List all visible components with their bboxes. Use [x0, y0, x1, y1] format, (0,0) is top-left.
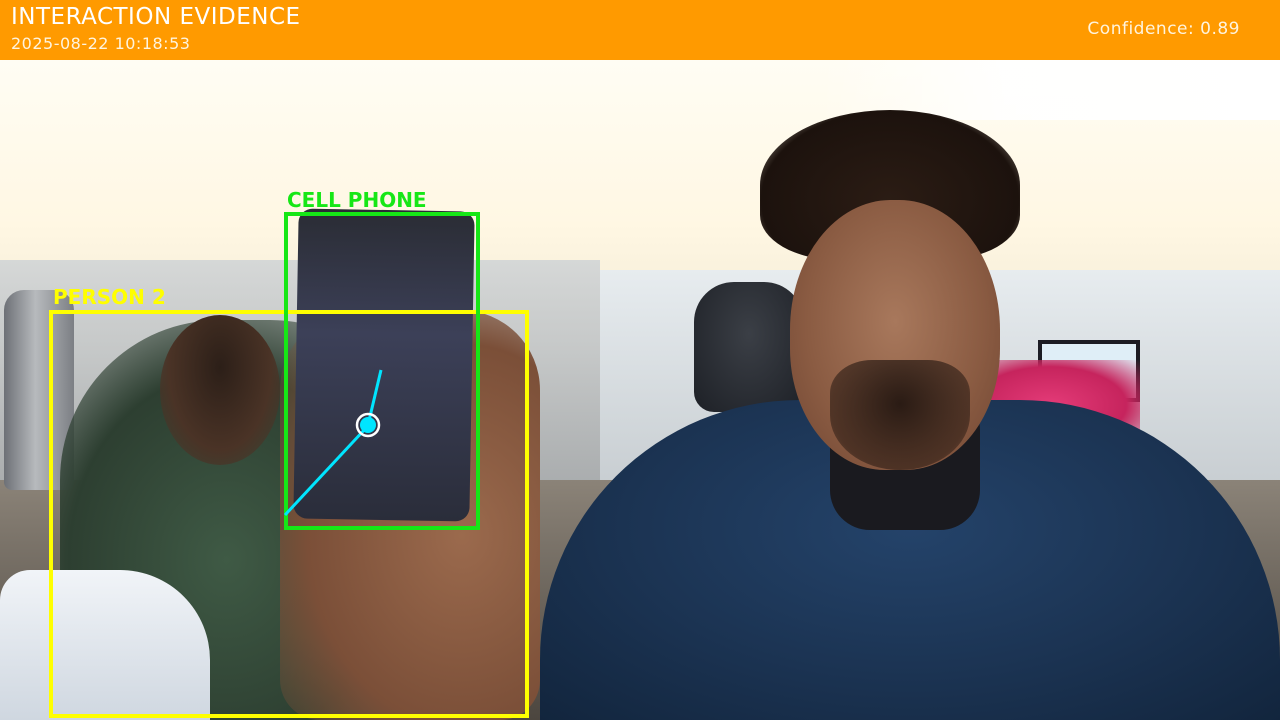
evidence-header-bar: INTERACTION EVIDENCE 2025-08-22 10:18:53… — [0, 0, 1280, 60]
evidence-title: INTERACTION EVIDENCE — [11, 4, 301, 30]
interaction-line — [283, 426, 368, 517]
interaction-overlay — [283, 369, 383, 517]
confidence-score: Confidence: 0.89 — [1087, 19, 1240, 39]
evidence-timestamp: 2025-08-22 10:18:53 — [11, 34, 191, 53]
contact-point-icon — [355, 412, 381, 438]
camera-frame: PERSON 2 CELL PHONE INTERACTION EVIDENCE… — [0, 0, 1280, 720]
